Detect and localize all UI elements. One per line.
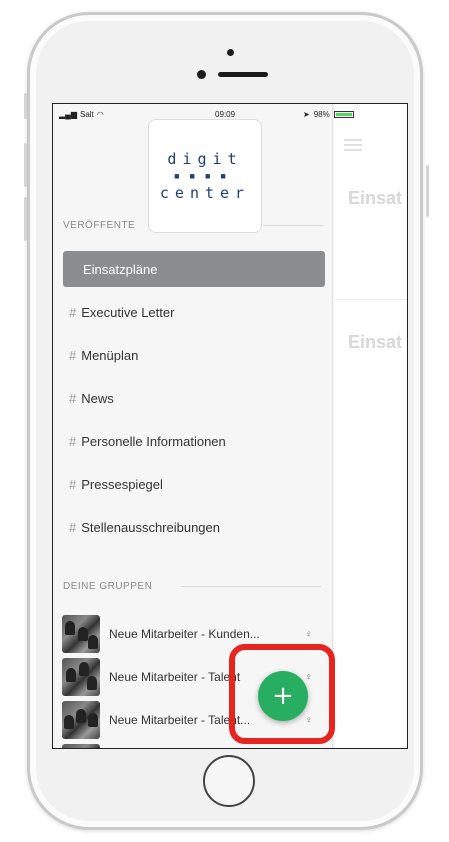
logo-text-top: digit [167, 150, 243, 168]
nav-item-label: Pressespiegel [81, 476, 163, 492]
section-label-published: VERÖFFENTE [63, 220, 136, 231]
carrier-name: Salt [79, 110, 94, 119]
wifi-icon: ◠ [96, 110, 104, 119]
company-logo: digit ■■■■ center [148, 119, 262, 233]
divider [263, 225, 323, 226]
hash-icon: # [69, 390, 77, 406]
group-avatar [62, 701, 100, 739]
nav-item-label: Menüplan [81, 347, 139, 363]
logo-text-bottom: center [159, 184, 251, 202]
group-avatar [62, 658, 100, 696]
menu-icon [344, 139, 362, 154]
signal-icon: ▂▄▆ [59, 110, 77, 119]
status-time: 09:09 [215, 110, 236, 119]
nav-item-label: Einsatzpläne [83, 261, 158, 277]
hash-icon: # [69, 519, 77, 535]
nav-item-label: Personelle Informationen [81, 433, 226, 449]
status-bar-left: ▂▄▆ Salt ◠ [59, 110, 104, 119]
battery-percent: 98% [313, 110, 330, 119]
mute-switch [24, 93, 27, 119]
home-button[interactable] [203, 755, 255, 807]
nav-item-pressespiegel[interactable]: # Pressespiegel [63, 466, 325, 502]
section-label-groups: DEINE GRUPPEN [63, 581, 153, 592]
background-title-2: Einsat [348, 332, 403, 352]
divider [181, 586, 321, 587]
hash-icon: # [69, 433, 77, 449]
nav-item-label: Stellenausschreibungen [81, 519, 221, 535]
front-camera [227, 49, 234, 56]
group-label: Neue Mitarbeiter - Kunden... [109, 627, 260, 641]
highlight-annotation [229, 644, 335, 744]
status-bar-right: ➤ 98% [303, 110, 354, 119]
nav-item-label: Executive Letter [81, 304, 175, 320]
volume-down-button [24, 197, 27, 241]
nav-item-news[interactable]: # News [63, 380, 325, 416]
status-bar: ▂▄▆ Salt ◠ 09:09 ➤ 98% [53, 104, 407, 124]
group-avatar [62, 744, 100, 748]
nav-item-label: News [81, 390, 114, 406]
nav-item-menueplan[interactable]: # Menüplan [63, 337, 325, 373]
divider [334, 299, 407, 300]
group-avatar [62, 615, 100, 653]
location-icon: ➤ [303, 110, 310, 119]
nav-item-personelle-informationen[interactable]: # Personelle Informationen [63, 423, 325, 459]
power-button [426, 165, 429, 217]
volume-up-button [24, 143, 27, 187]
background-page: Einsat Einsat [334, 104, 407, 748]
sensor [197, 70, 206, 79]
bell-icon: ♀ [305, 628, 313, 640]
logo-dots: ■■■■ [174, 171, 236, 181]
nav-item-executive-letter[interactable]: # Executive Letter [63, 294, 325, 330]
nav-item-einsatzplaene[interactable]: Einsatzpläne [63, 251, 325, 287]
hash-icon: # [69, 476, 77, 492]
earpiece-speaker [218, 72, 268, 77]
hash-icon: # [69, 347, 77, 363]
background-title-1: Einsat [348, 188, 403, 208]
hash-icon: # [69, 304, 77, 320]
nav-item-stellenausschreibungen[interactable]: # Stellenausschreibungen [63, 509, 325, 545]
battery-icon [333, 111, 354, 118]
